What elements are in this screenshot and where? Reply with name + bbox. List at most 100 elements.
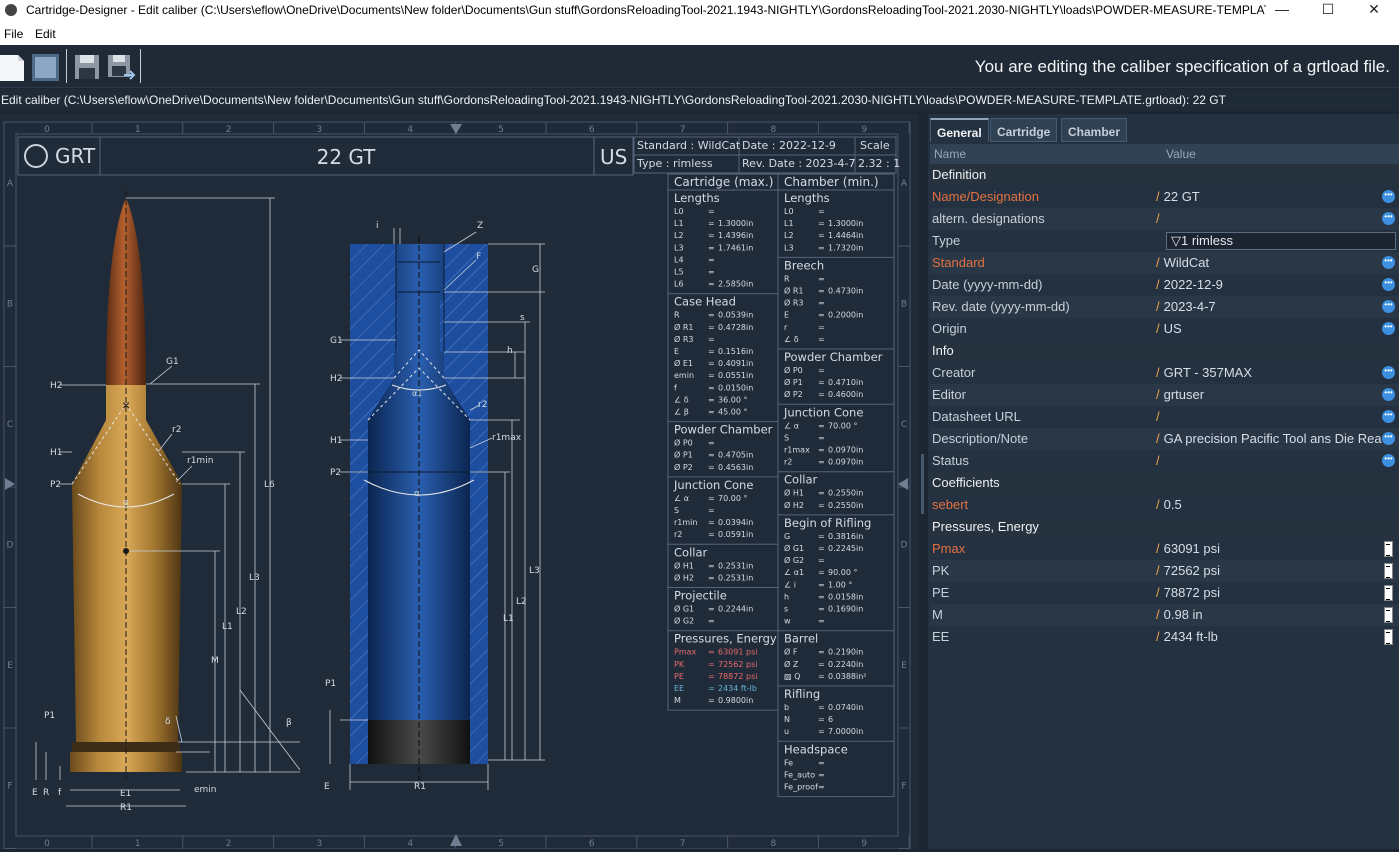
ruler-button-icon[interactable]	[1384, 629, 1393, 645]
table-equals: =	[818, 366, 825, 375]
property-row[interactable]: M/0.98 in	[930, 604, 1399, 626]
ruler-side-label: B	[901, 300, 907, 310]
case-label-p1: P1	[44, 711, 55, 721]
property-row[interactable]: sebert/0.5	[930, 494, 1399, 516]
tab-general[interactable]: General	[930, 118, 989, 142]
property-row[interactable]: Pmax/63091 psi	[930, 538, 1399, 560]
table-param: r	[784, 323, 788, 332]
property-value: GRT - 357MAX	[1163, 365, 1253, 380]
property-row[interactable]: altern. designations / •••	[930, 208, 1399, 230]
property-row[interactable]: Rev. date (yyyy-mm-dd)/2023-4-7 •••	[930, 296, 1399, 318]
ellipsis-button-icon[interactable]: •••	[1382, 300, 1395, 313]
ellipsis-button-icon[interactable]: •••	[1382, 366, 1395, 379]
menu-file[interactable]: File	[4, 27, 23, 41]
property-value-field[interactable]: /72562 psi	[1156, 563, 1382, 578]
ellipsis-button-icon[interactable]: •••	[1382, 410, 1395, 423]
section-info[interactable]: Info	[930, 340, 1399, 362]
ellipsis-button-icon[interactable]: •••	[1382, 278, 1395, 291]
property-value-field[interactable]: / US	[1156, 321, 1382, 336]
property-value: 2022-12-9	[1163, 277, 1223, 292]
ellipsis-button-icon[interactable]: •••	[1382, 322, 1395, 335]
open-file-icon[interactable]	[31, 51, 61, 83]
ruler-side-label: C	[7, 420, 13, 430]
property-value-field[interactable]: /2023-4-7	[1156, 299, 1382, 314]
table-equals: =	[818, 568, 825, 577]
tab-cartridge[interactable]: Cartridge	[990, 118, 1058, 142]
tab-chamber[interactable]: Chamber	[1061, 118, 1128, 142]
edit-marker-icon: /	[1156, 541, 1160, 556]
ellipsis-button-icon[interactable]: •••	[1382, 454, 1395, 467]
minimize-button[interactable]: —	[1259, 0, 1305, 20]
type-dropdown[interactable]: ▽1 rimless	[1166, 232, 1396, 250]
table-param: Ø H2	[674, 572, 694, 582]
property-value-field[interactable]: /	[1156, 453, 1382, 468]
panel-splitter[interactable]	[918, 114, 928, 849]
ruler-tick-label: 7	[680, 839, 686, 849]
property-row[interactable]: Datasheet URL / •••	[930, 406, 1399, 428]
property-row[interactable]: Origin / US •••	[930, 318, 1399, 340]
property-value-field[interactable]: /0.98 in	[1156, 607, 1382, 622]
table-param: S	[784, 433, 789, 442]
property-row[interactable]: Creator / GRT - 357MAX •••	[930, 362, 1399, 384]
table-section-title: Junction Cone	[673, 478, 753, 492]
ellipsis-button-icon[interactable]: •••	[1382, 212, 1395, 225]
property-value-field[interactable]: /2022-12-9	[1156, 277, 1382, 292]
property-value-field[interactable]: /	[1156, 211, 1382, 226]
table-value: 0.4091in	[718, 359, 753, 368]
ruler-button-icon[interactable]	[1384, 607, 1393, 623]
property-row[interactable]: PK/72562 psi	[930, 560, 1399, 582]
property-row[interactable]: PE/78872 psi	[930, 582, 1399, 604]
ellipsis-button-icon[interactable]: •••	[1382, 190, 1395, 203]
section-definition[interactable]: Definition	[930, 164, 1399, 186]
table-param: ∠ δ	[674, 395, 689, 404]
property-value-field[interactable]: /22 GT	[1156, 189, 1382, 204]
property-row[interactable]: Date (yyyy-mm-dd)/2022-12-9 •••	[930, 274, 1399, 296]
menu-edit[interactable]: Edit	[35, 27, 56, 41]
save-icon[interactable]	[73, 51, 103, 83]
table-equals: =	[708, 617, 715, 626]
new-file-icon[interactable]	[0, 51, 26, 83]
property-name: Type	[932, 233, 961, 248]
ruler-button-icon[interactable]	[1384, 563, 1393, 579]
property-row[interactable]: Standard / WildCat •••	[930, 252, 1399, 274]
property-row[interactable]: Editor / grtuser •••	[930, 384, 1399, 406]
column-name-header: Name	[934, 147, 967, 161]
property-value-field[interactable]: / WildCat	[1156, 255, 1382, 270]
property-row[interactable]: Type ▽1 rimless	[930, 230, 1399, 252]
table-param: E	[784, 311, 789, 320]
property-row[interactable]: Status / •••	[930, 450, 1399, 472]
property-value-field[interactable]: /78872 psi	[1156, 585, 1382, 600]
table-value: 0.4730in	[828, 287, 863, 296]
property-row[interactable]: EE/2434 ft-lb	[930, 626, 1399, 648]
maximize-button[interactable]: ☐	[1305, 0, 1351, 20]
property-value-field[interactable]: /2434 ft-lb	[1156, 629, 1382, 644]
property-value: 78872 psi	[1163, 585, 1221, 600]
ruler-button-icon[interactable]	[1384, 585, 1393, 601]
ellipsis-button-icon[interactable]: •••	[1382, 256, 1395, 269]
property-row[interactable]: Description/Note / GA precision Pacific To…	[930, 428, 1399, 450]
property-value-field[interactable]: / GRT - 357MAX	[1156, 365, 1382, 380]
ruler-side-label: F	[901, 782, 906, 792]
property-row[interactable]: Name/Designation/22 GT •••	[930, 186, 1399, 208]
chamber-label-h2: H2	[330, 374, 343, 384]
property-value-field[interactable]: /	[1156, 409, 1382, 424]
section-pressures-energy[interactable]: Pressures, Energy	[930, 516, 1399, 538]
ruler-button-icon[interactable]	[1384, 541, 1393, 557]
property-value-field[interactable]: /0.5	[1156, 497, 1382, 512]
property-value-field[interactable]: / GA precision Pacific Tool ans Die Reame…	[1156, 431, 1382, 446]
table-param: Ø R1	[784, 286, 804, 296]
section-coefficients[interactable]: Coefficients	[930, 472, 1399, 494]
chamber-label-z: Z	[477, 221, 483, 231]
table-value: 1.4464in	[828, 231, 863, 240]
edit-marker-icon: /	[1156, 409, 1160, 424]
save-as-icon[interactable]	[106, 51, 136, 83]
ruler-tick-label: 1	[135, 125, 141, 135]
ellipsis-button-icon[interactable]: •••	[1382, 432, 1395, 445]
ellipsis-button-icon[interactable]: •••	[1382, 388, 1395, 401]
property-value-field[interactable]: / grtuser	[1156, 387, 1382, 402]
close-button[interactable]: ✕	[1351, 0, 1397, 20]
drawing-canvas: 00112233445566778899 A AB BC CD DE EF F GRT 22…	[3, 121, 911, 849]
case-label-e: E	[32, 788, 38, 798]
chamber-label-e: E	[324, 782, 330, 792]
property-value-field[interactable]: /63091 psi	[1156, 541, 1382, 556]
